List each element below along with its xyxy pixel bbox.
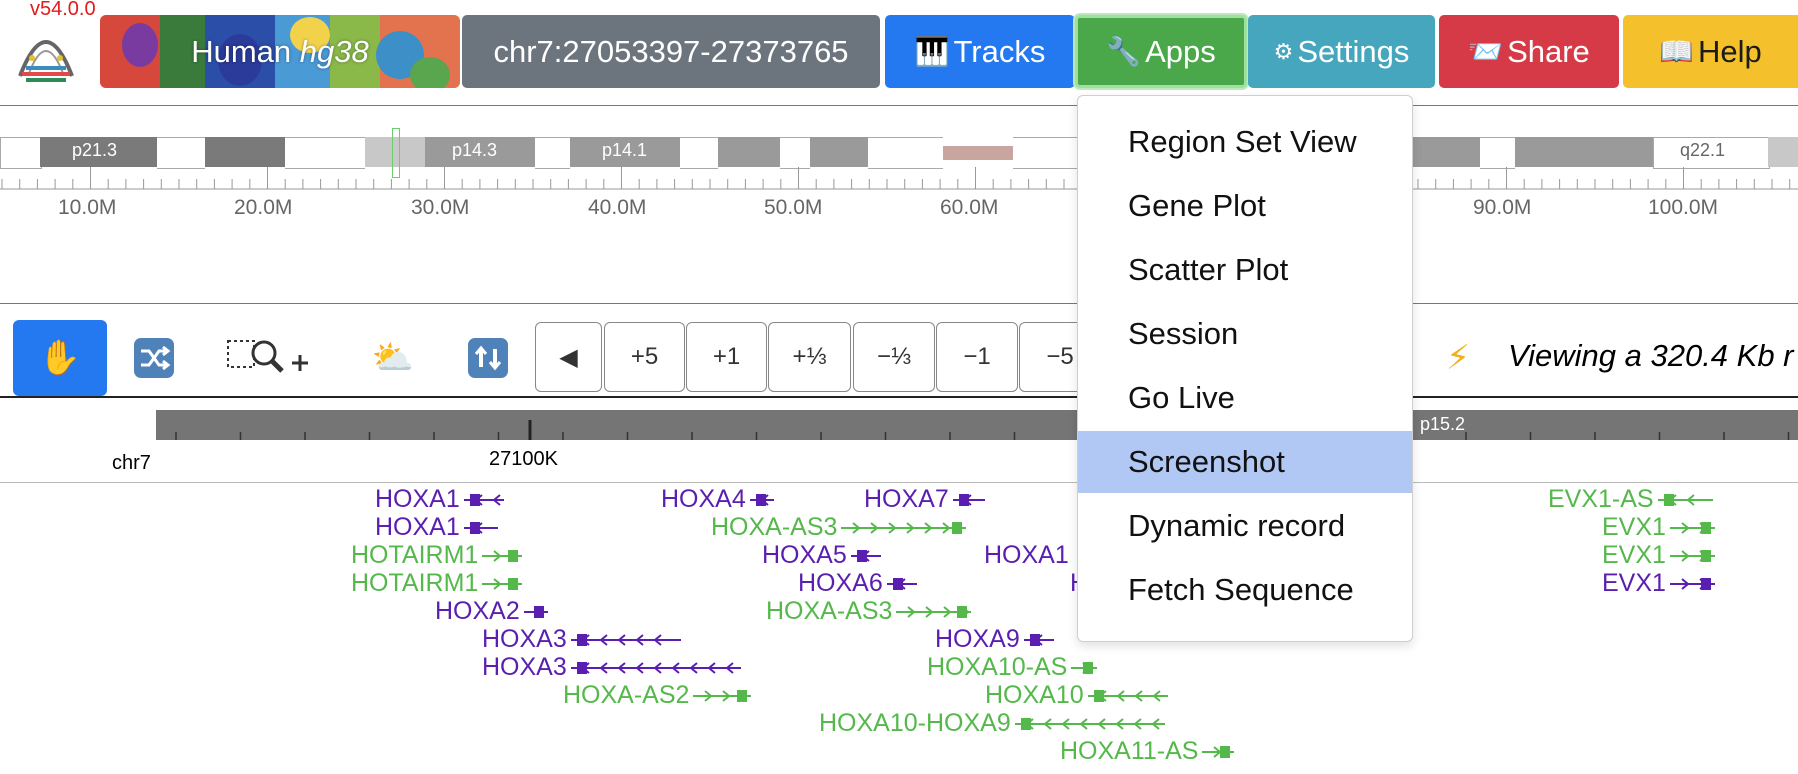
menu-item-region-set-view[interactable]: Region Set View bbox=[1078, 111, 1412, 173]
toolbar-divider bbox=[0, 396, 1798, 398]
live-mode-button[interactable]: ⚡ bbox=[1430, 320, 1486, 396]
zoom-out-1-button[interactable]: −1 bbox=[936, 322, 1018, 392]
pan-tool-button[interactable]: ✋ bbox=[13, 320, 107, 396]
book-icon: 📖 bbox=[1659, 36, 1695, 67]
gear-icon: ⚙ bbox=[1273, 38, 1294, 64]
ruler-label: 20.0M bbox=[234, 196, 293, 219]
genome-label: Human hg38 bbox=[191, 33, 369, 69]
band-label: p14.1 bbox=[602, 140, 648, 160]
zoom-in-third-button[interactable]: +⅓ bbox=[768, 322, 851, 392]
band-label: p21.3 bbox=[72, 140, 118, 160]
tracks-button[interactable]: 🎹 Tracks bbox=[885, 15, 1075, 88]
hand-icon: ✋ bbox=[38, 339, 82, 377]
zoom-out-third-button[interactable]: −⅓ bbox=[853, 322, 935, 392]
settings-label: Settings bbox=[1297, 33, 1410, 69]
envelope-icon: 📨 bbox=[1468, 36, 1504, 67]
chrom-label: chr7 bbox=[112, 452, 151, 474]
ideogram-ruler bbox=[0, 167, 1798, 190]
ruler-label: 50.0M bbox=[764, 196, 823, 219]
reorder-tool-button[interactable] bbox=[125, 320, 183, 396]
gene-glyphs bbox=[464, 494, 1715, 758]
band-label: q22.1 bbox=[1680, 140, 1726, 160]
zoom-select-button[interactable] bbox=[222, 320, 322, 396]
shuffle-icon bbox=[134, 338, 174, 378]
help-button[interactable]: 📖 Help bbox=[1623, 15, 1798, 88]
chromosome-track-ticks bbox=[175, 420, 1790, 440]
settings-button[interactable]: ⚙ Settings bbox=[1248, 15, 1435, 88]
locus-display[interactable]: chr7:27053397-27373765 bbox=[462, 15, 880, 88]
viewing-region-text: Viewing a 320.4 Kb r bbox=[1508, 338, 1794, 373]
weather-tool-button[interactable]: ⛅ bbox=[365, 320, 421, 396]
ideogram-divider bbox=[0, 303, 1798, 304]
apps-label: Apps bbox=[1145, 33, 1216, 69]
ruler-label: 40.0M bbox=[588, 196, 647, 219]
ruler-label: 90.0M bbox=[1473, 196, 1532, 219]
zoom-in-1-button[interactable]: +1 bbox=[686, 322, 767, 392]
ruler-label: 60.0M bbox=[940, 196, 999, 219]
wrench-icon: 🔧 bbox=[1106, 36, 1142, 67]
cloud-sun-icon: ⛅ bbox=[371, 339, 415, 377]
menu-item-screenshot[interactable]: Screenshot bbox=[1078, 431, 1412, 493]
menu-item-go-live[interactable]: Go Live bbox=[1078, 367, 1412, 429]
menu-item-scatter-plot[interactable]: Scatter Plot bbox=[1078, 239, 1412, 301]
share-button[interactable]: 📨 Share bbox=[1439, 15, 1619, 88]
help-label: Help bbox=[1698, 33, 1762, 69]
zoom-in-5-button[interactable]: +5 bbox=[604, 322, 685, 392]
piano-icon: 🎹 bbox=[914, 36, 950, 67]
header-divider bbox=[0, 105, 1798, 106]
ruler-label: 100.0M bbox=[1648, 196, 1719, 219]
menu-item-fetch-sequence[interactable]: Fetch Sequence bbox=[1078, 559, 1412, 621]
share-label: Share bbox=[1507, 33, 1590, 69]
position-label: 27100K bbox=[489, 448, 558, 470]
chromosome-ideogram[interactable] bbox=[0, 128, 1798, 178]
menu-item-gene-plot[interactable]: Gene Plot bbox=[1078, 175, 1412, 237]
refresh-button[interactable] bbox=[462, 320, 514, 396]
pan-left-button[interactable]: ◀ bbox=[535, 322, 602, 392]
ruler-label: 10.0M bbox=[58, 196, 117, 219]
genome-button[interactable]: Human hg38 bbox=[100, 15, 460, 88]
ruler-label: 30.0M bbox=[411, 196, 470, 219]
refresh-icon bbox=[468, 338, 508, 378]
menu-item-dynamic-record[interactable]: Dynamic record bbox=[1078, 495, 1412, 557]
apps-button[interactable]: 🔧 Apps bbox=[1075, 15, 1247, 88]
lightning-icon: ⚡ bbox=[1446, 339, 1470, 377]
band-label: p14.3 bbox=[452, 140, 498, 160]
app-logo[interactable] bbox=[12, 18, 80, 88]
apps-dropdown-menu: Region Set View Gene Plot Scatter Plot S… bbox=[1077, 95, 1413, 642]
track-band-label: p15.2 bbox=[1420, 414, 1466, 434]
tracks-label: Tracks bbox=[953, 33, 1046, 69]
menu-item-session[interactable]: Session bbox=[1078, 303, 1412, 365]
zoom-region-icon bbox=[227, 340, 308, 373]
